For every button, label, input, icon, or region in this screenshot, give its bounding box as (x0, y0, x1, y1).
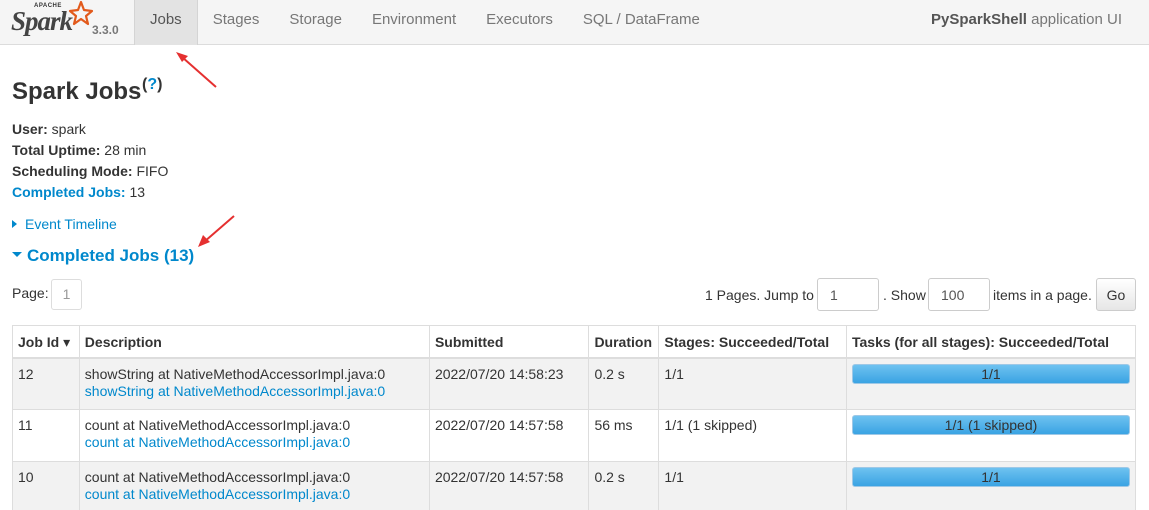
stages-cell: 1/1 (658, 357, 847, 410)
job-description-link[interactable]: count at NativeMethodAccessorImpl.java:0 (85, 486, 424, 502)
tab-sql-dataframe[interactable]: SQL / DataFrame (568, 0, 715, 45)
tab-executors[interactable]: Executors (471, 0, 568, 45)
submitted-cell: 2022/07/20 14:57:58 (428, 409, 590, 462)
caret-down-icon (12, 252, 22, 257)
stages-cell: 1/1 (1 skipped) (658, 409, 847, 462)
page-title: Spark Jobs (12, 78, 142, 105)
tab-environment[interactable]: Environment (357, 0, 471, 45)
tab-stages[interactable]: Stages (198, 0, 275, 45)
tasks-progress-bar: 1/1 (851, 363, 1130, 384)
table-row: 12 showString at NativeMethodAccessorImp… (12, 357, 1137, 410)
uptime-value: 28 min (100, 142, 147, 158)
completed-jobs-link[interactable]: Completed Jobs: (12, 184, 126, 200)
tasks-cell: 1/1 (845, 357, 1137, 410)
job-description: count at NativeMethodAccessorImpl.java:0 (84, 469, 351, 485)
description-cell: showString at NativeMethodAccessorImpl.j… (78, 357, 430, 410)
go-button[interactable]: Go (1096, 278, 1136, 311)
show-text: . Show (883, 287, 926, 303)
caret-right-icon (12, 220, 17, 228)
tasks-cell: 1/1 (1 skipped) (845, 409, 1137, 462)
app-name: PySparkShell (931, 11, 1027, 28)
logo-spark-text: Spark (11, 6, 73, 36)
job-description: count at NativeMethodAccessorImpl.java:0 (84, 417, 351, 433)
summary-list: User: spark Total Uptime: 28 min Schedul… (12, 119, 168, 203)
tasks-cell: 1/1 (845, 461, 1137, 510)
spark-star-icon (68, 0, 94, 26)
spark-version: 3.3.0 (92, 23, 119, 37)
submitted-cell: 2022/07/20 14:58:23 (428, 357, 590, 410)
application-ui-title: PySparkShell application UI (931, 11, 1122, 28)
tab-storage[interactable]: Storage (274, 0, 357, 45)
duration-cell: 56 ms (588, 409, 660, 462)
annotation-arrow-icon (176, 52, 217, 88)
completed-jobs-toggle[interactable]: Completed Jobs (13) (12, 246, 194, 266)
job-description-link[interactable]: count at NativeMethodAccessorImpl.java:0 (85, 434, 424, 450)
table-row: 10 count at NativeMethodAccessorImpl.jav… (12, 461, 1137, 510)
tab-jobs[interactable]: Jobs (134, 0, 198, 45)
items-in-page-text: items in a page. (993, 287, 1092, 303)
duration-cell: 0.2 s (588, 357, 660, 410)
help-question-icon[interactable]: ? (147, 76, 157, 93)
app-suffix: application UI (1026, 11, 1122, 28)
uptime-label: Total Uptime: (12, 142, 101, 158)
submitted-cell: 2022/07/20 14:57:58 (428, 461, 590, 510)
jump-to-page-input[interactable] (817, 278, 879, 311)
page-label: Page: (12, 285, 49, 301)
job-id-cell: 10 (12, 461, 80, 510)
header-description[interactable]: Description (78, 325, 430, 359)
user-label: User: (12, 121, 48, 137)
stages-cell: 1/1 (658, 461, 847, 510)
job-description-link[interactable]: showString at NativeMethodAccessorImpl.j… (85, 383, 424, 399)
help-tooltip[interactable]: (?) (142, 76, 162, 94)
event-timeline-toggle[interactable]: Event Timeline (12, 216, 117, 232)
header-job-id[interactable]: Job Id ▾ (12, 325, 80, 359)
tasks-progress-bar: 1/1 (1 skipped) (851, 415, 1130, 435)
completed-jobs-count: 13 (125, 184, 146, 200)
header-duration[interactable]: Duration (588, 325, 660, 359)
job-description: showString at NativeMethodAccessorImpl.j… (84, 365, 386, 382)
annotation-arrow-icon (198, 215, 235, 247)
page-number-button[interactable]: 1 (51, 279, 82, 310)
scheduling-mode-value: FIFO (132, 163, 169, 179)
job-id-cell: 11 (12, 409, 80, 462)
job-id-cell: 12 (12, 357, 80, 410)
pages-text: 1 Pages. Jump to (705, 287, 814, 303)
event-timeline-label: Event Timeline (25, 216, 117, 232)
spark-logo[interactable]: APACHE Spark 3.3.0 (8, 0, 128, 42)
page-size-input[interactable] (928, 278, 990, 311)
completed-jobs-table: Job Id ▾ Description Submitted Duration … (12, 325, 1137, 510)
header-tasks[interactable]: Tasks (for all stages): Succeeded/Total (845, 325, 1137, 359)
tasks-progress-bar: 1/1 (851, 467, 1130, 487)
user-value: spark (47, 121, 86, 137)
completed-jobs-heading: Completed Jobs (13) (27, 246, 195, 265)
nav-tabs: Jobs Stages Storage Environment Executor… (134, 0, 715, 45)
scheduling-mode-label: Scheduling Mode: (12, 163, 133, 179)
top-navbar: APACHE Spark 3.3.0 Jobs Stages Storage E… (0, 0, 1149, 45)
table-row: 11 count at NativeMethodAccessorImpl.jav… (12, 409, 1137, 462)
duration-cell: 0.2 s (588, 461, 660, 510)
header-stages[interactable]: Stages: Succeeded/Total (658, 325, 847, 359)
description-cell: count at NativeMethodAccessorImpl.java:0… (78, 461, 430, 510)
header-submitted[interactable]: Submitted (428, 325, 590, 359)
description-cell: count at NativeMethodAccessorImpl.java:0… (78, 409, 430, 462)
